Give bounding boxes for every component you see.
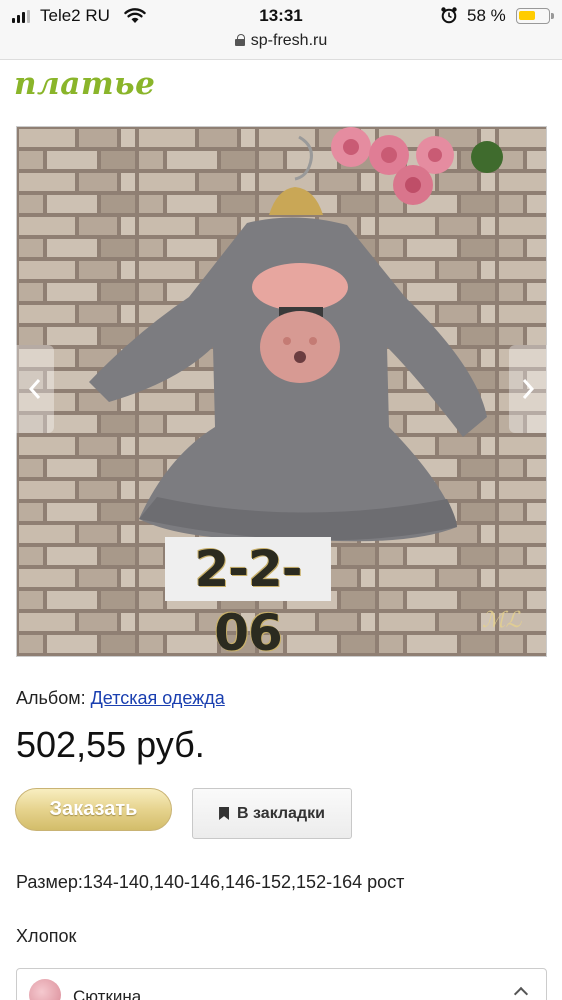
album-link[interactable]: Детская одежда — [91, 688, 225, 708]
chevron-up-icon[interactable] — [513, 986, 529, 1000]
photo-code-label: 2-2-06 — [165, 537, 331, 662]
product-price: 502,55 руб. — [16, 724, 205, 765]
avatar — [29, 979, 61, 1000]
bookmark-button[interactable]: В закладки — [192, 788, 352, 839]
seller-name: Сюткина — [73, 987, 142, 1000]
size-info: Размер:134-140,140-146,146-152,152-164 р… — [16, 872, 405, 892]
battery-icon — [516, 8, 554, 24]
battery-fill — [519, 11, 535, 20]
next-photo-button[interactable] — [509, 345, 547, 433]
bookmark-icon — [219, 807, 230, 820]
page-title: платье — [14, 66, 156, 102]
seller-card[interactable]: Сюткина — [16, 968, 547, 1000]
chevron-left-icon — [28, 379, 41, 399]
album-label: Альбом: — [16, 688, 86, 708]
album-line: Альбом: Детская одежда — [16, 688, 225, 709]
order-button[interactable]: Заказать — [15, 788, 172, 831]
prev-photo-button[interactable] — [16, 345, 54, 433]
alarm-icon — [441, 7, 457, 24]
browser-url-bar[interactable]: sp-fresh.ru — [0, 32, 562, 60]
chevron-right-icon — [522, 379, 535, 399]
status-bar: Tele2 RU 13:31 58 % — [0, 0, 562, 32]
url-text: sp-fresh.ru — [250, 32, 328, 49]
svg-text:ℳℒ: ℳℒ — [482, 608, 523, 633]
url-display[interactable]: sp-fresh.ru — [0, 32, 562, 50]
bookmark-label: В закладки — [237, 804, 325, 822]
material-info: Хлопок — [16, 926, 77, 946]
lock-icon — [234, 34, 245, 46]
battery-percent: 58 % — [467, 6, 506, 25]
